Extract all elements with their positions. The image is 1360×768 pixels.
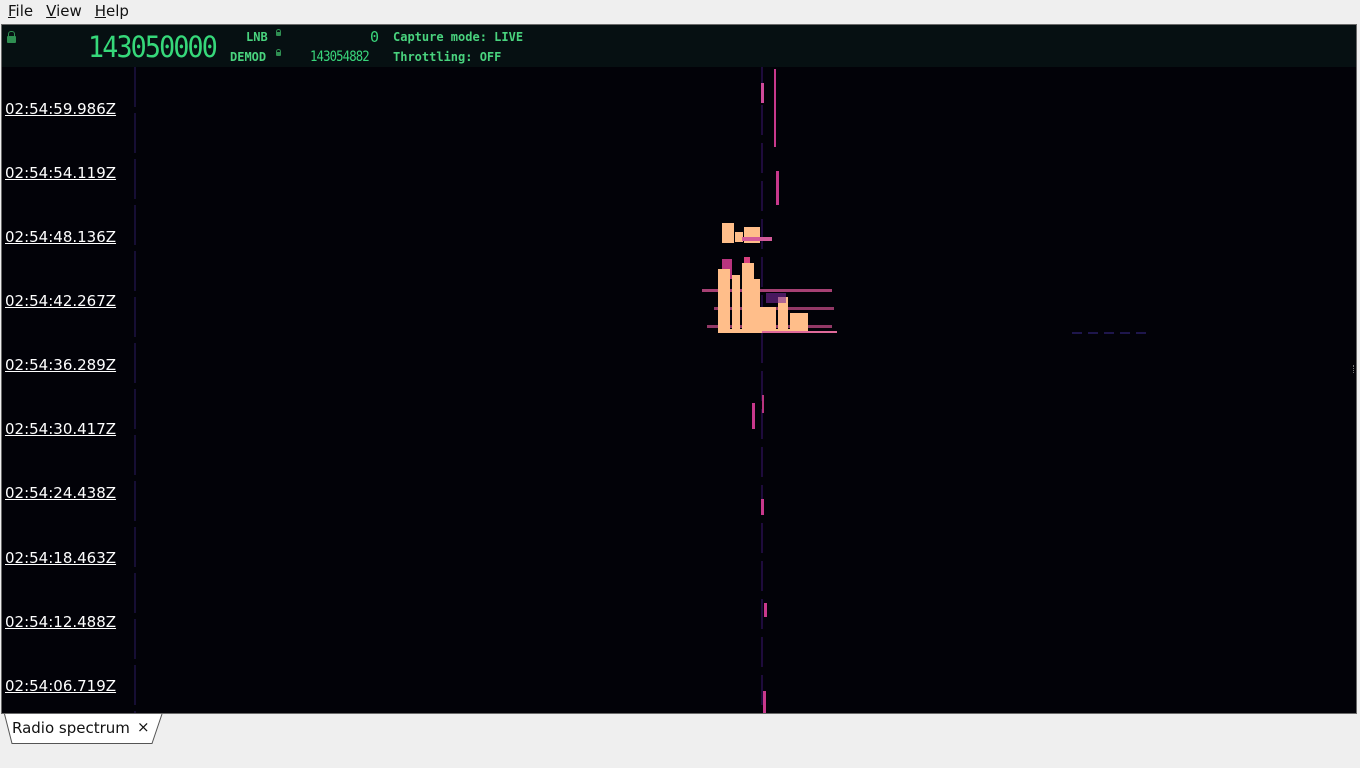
lnb-lock-icon[interactable]: [276, 29, 281, 36]
menu-file-mnemonic: F: [8, 2, 16, 20]
timestamp-label[interactable]: 02:54:30.417Z: [5, 420, 116, 438]
timestamp-label[interactable]: 02:54:36.289Z: [5, 356, 116, 374]
close-icon[interactable]: ×: [137, 718, 150, 736]
tab-radio-spectrum[interactable]: Radio spectrum ×: [4, 714, 163, 744]
timestamp-label[interactable]: 02:54:54.119Z: [5, 164, 116, 182]
status-header: 143050000 LNB 0 DEMOD 143054882 Capture …: [2, 25, 1356, 67]
timestamp-label[interactable]: 02:54:24.438Z: [5, 484, 116, 502]
throttling-status: Throttling: OFF: [393, 50, 502, 64]
tab-bar: Radio spectrum ×: [0, 714, 1360, 768]
timestamp-label[interactable]: 02:54:18.463Z: [5, 549, 116, 567]
menu-file[interactable]: File: [0, 0, 38, 22]
waterfall-display[interactable]: 02:54:59.986Z 02:54:54.119Z 02:54:48.136…: [2, 67, 1356, 713]
spectrum-panel: 143050000 LNB 0 DEMOD 143054882 Capture …: [1, 24, 1357, 714]
menu-view-mnemonic: V: [46, 2, 57, 20]
demod-frequency-display[interactable]: 143054882: [310, 49, 370, 65]
timestamp-label[interactable]: 02:54:12.488Z: [5, 613, 116, 631]
timestamp-label[interactable]: 02:54:59.986Z: [5, 100, 116, 118]
lnb-label: LNB: [246, 30, 268, 44]
lnb-frequency-display[interactable]: 0: [370, 28, 379, 46]
menu-bar: File View Help: [0, 0, 1360, 22]
menu-help[interactable]: Help: [87, 0, 134, 22]
waterfall-image: [2, 67, 1356, 713]
menu-file-label: ile: [15, 2, 34, 20]
menu-view-label: iew: [56, 2, 82, 20]
menu-view[interactable]: View: [38, 0, 87, 22]
timestamp-label[interactable]: 02:54:06.719Z: [5, 677, 116, 695]
menu-help-mnemonic: H: [94, 2, 107, 20]
tab-label: Radio spectrum: [12, 719, 130, 737]
demod-lock-icon[interactable]: [276, 49, 281, 56]
timestamp-label[interactable]: 02:54:48.136Z: [5, 228, 116, 246]
resize-handle[interactable]: [1353, 365, 1356, 373]
menu-help-label: elp: [106, 2, 129, 20]
main-frequency-display[interactable]: 143050000: [88, 30, 218, 64]
timestamp-label[interactable]: 02:54:42.267Z: [5, 292, 116, 310]
demod-label: DEMOD: [230, 50, 267, 64]
capture-mode-status: Capture mode: LIVE: [393, 30, 524, 44]
frequency-lock-icon[interactable]: [7, 31, 16, 43]
